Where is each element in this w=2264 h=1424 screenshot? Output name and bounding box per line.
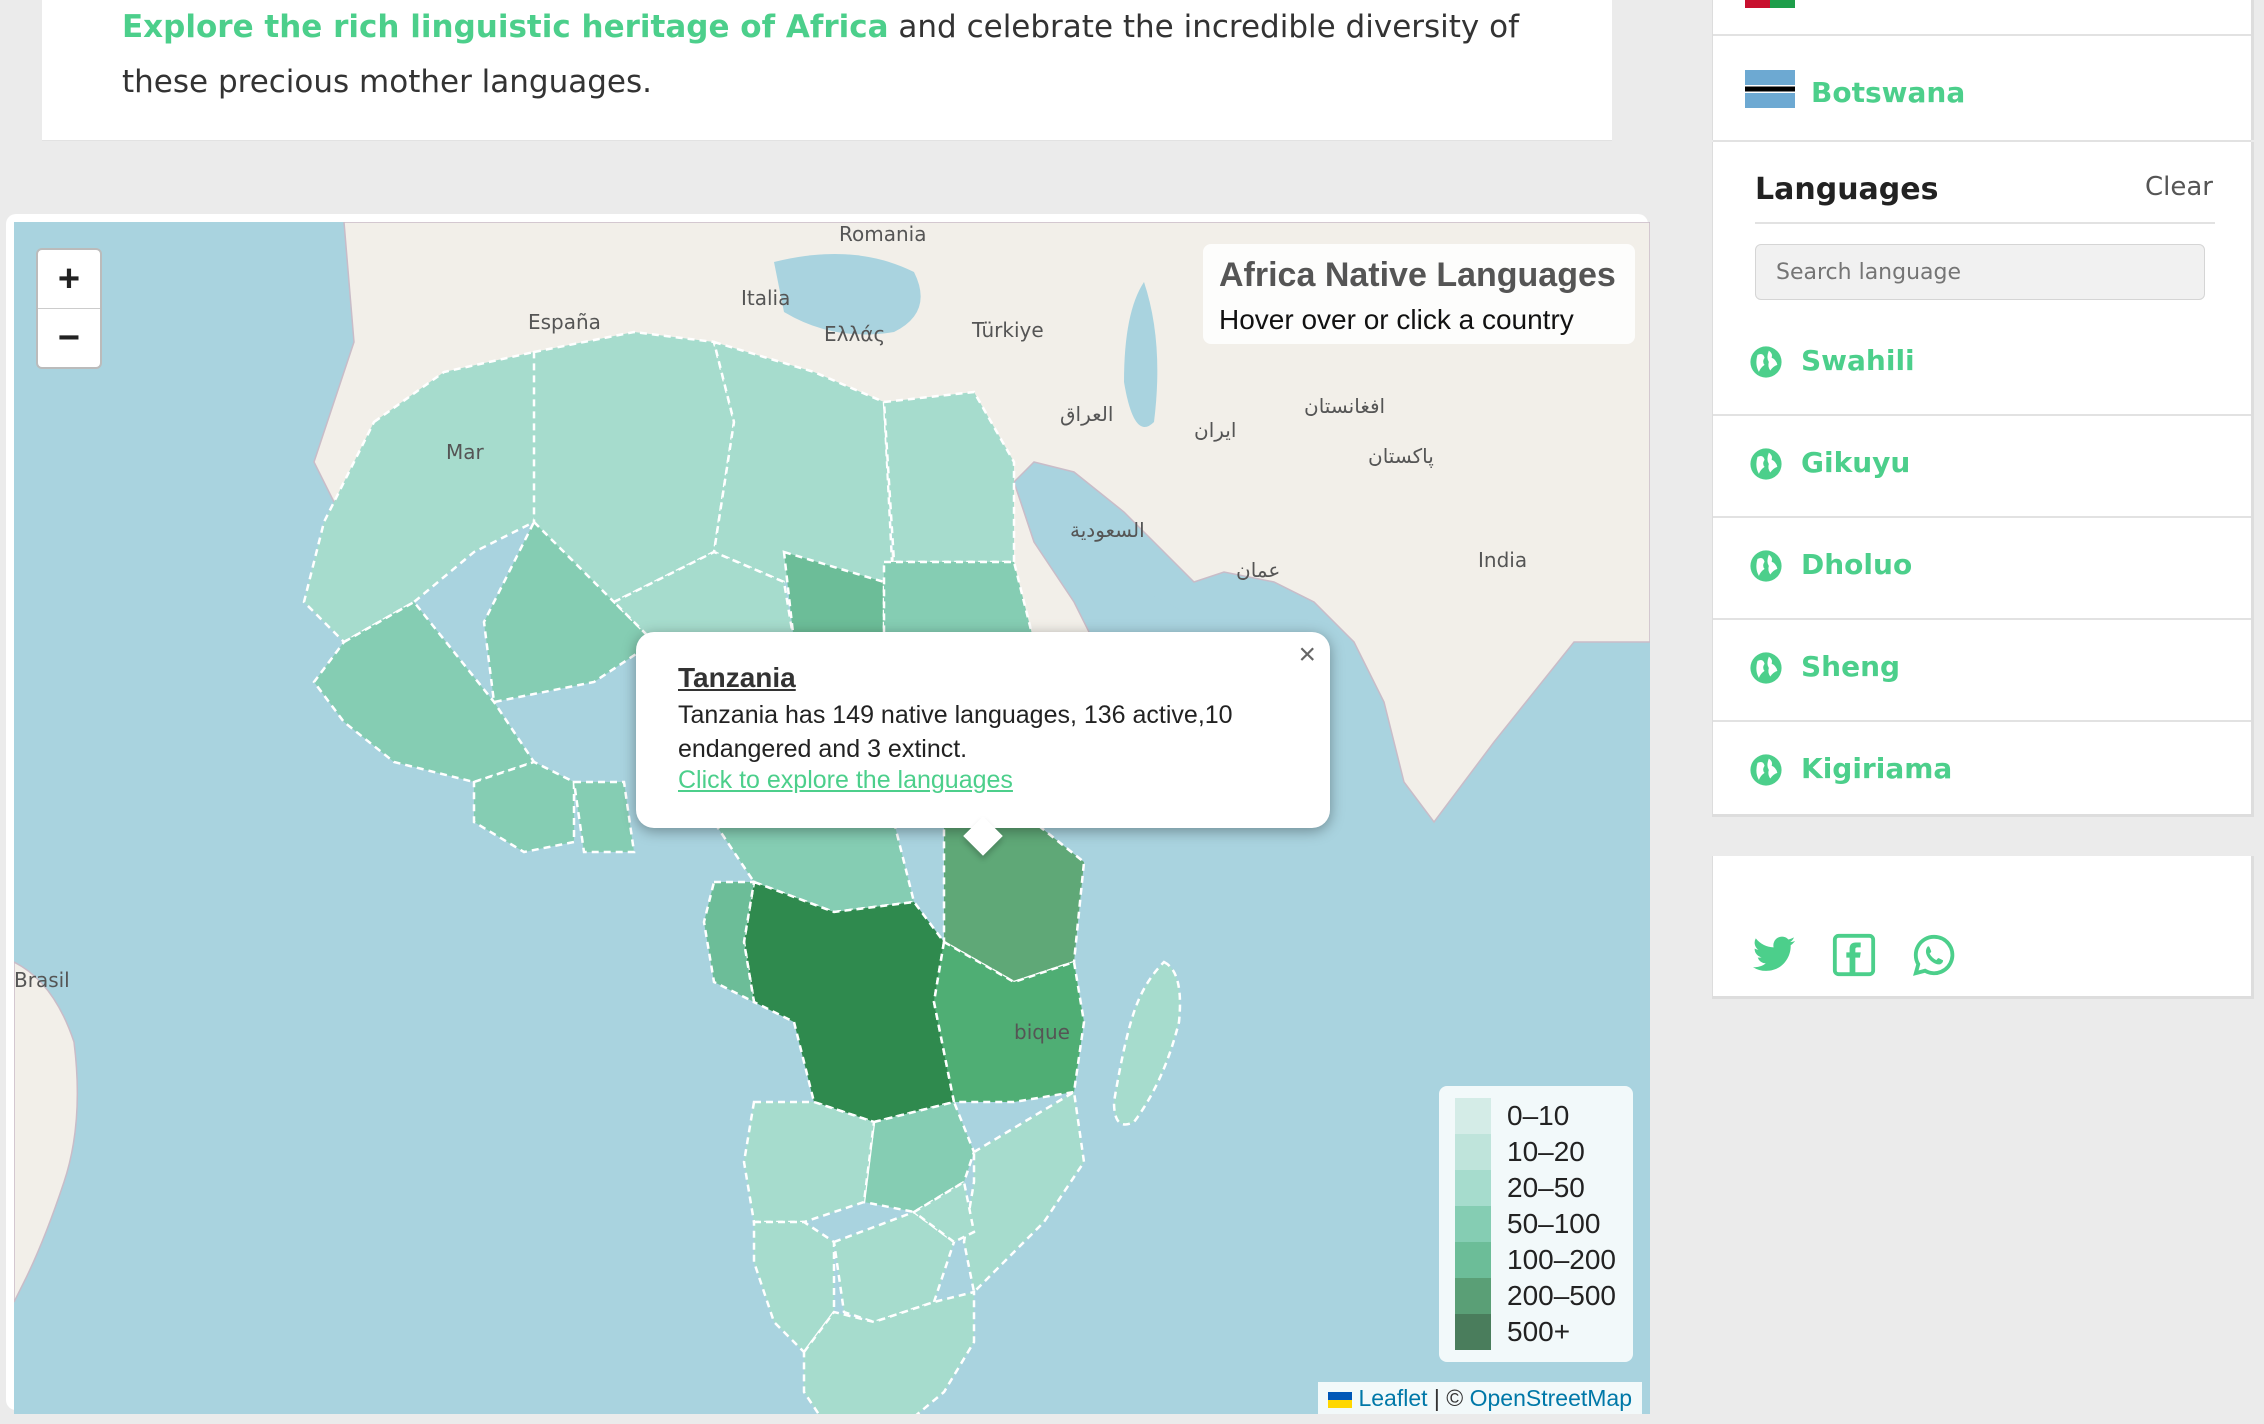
legend-label: 10–20 [1507,1136,1585,1167]
country-congo-drc [742,880,956,1124]
language-name: Swahili [1801,344,1915,377]
legend-label: 0–10 [1507,1100,1570,1131]
legend-row: 500+ [1455,1314,1625,1350]
legend-row: 20–50 [1455,1170,1625,1206]
map-label-espana: España [528,310,601,334]
map-label-afghanistan: افغانستان [1304,394,1386,418]
language-name: Dholuo [1801,548,1913,581]
map-label-turkiye: Türkiye [972,318,1044,342]
twitter-icon[interactable] [1751,932,1797,978]
botswana-flag-icon [1745,70,1795,108]
country-name: Botswana [1811,76,1966,109]
globe-icon [1750,448,1782,480]
leaflet-link[interactable]: Leaflet [1358,1385,1427,1411]
language-name: Kigiriama [1801,752,1953,785]
intro-rest: and celebrate the incredible diversity o… [888,9,1520,45]
map-label-ellas: Ελλάς [824,322,886,346]
legend-label: 500+ [1507,1316,1571,1347]
map-label-oman: عمان [1236,558,1281,582]
map-info-title: Africa Native Languages [1219,256,1616,294]
legend-swatch [1455,1134,1491,1170]
country-list-panel: Botswana [1712,0,2254,142]
map-label-saudi: السعودية [1070,518,1145,542]
globe-icon [1750,550,1782,582]
legend-swatch [1455,1098,1491,1134]
legend-label: 20–50 [1507,1172,1585,1203]
map-label-pakistan: پاکستان [1368,444,1434,468]
share-panel [1712,856,2254,999]
flag-icon [1745,0,1795,8]
map-legend: 0–10 10–20 20–50 50–100 100–200 200–500 [1439,1086,1633,1362]
south-america-land [14,961,79,1303]
country-item-botswana[interactable]: Botswana [1713,36,2251,142]
ukraine-flag-icon [1328,1392,1353,1408]
madagascar [1112,960,1182,1126]
map-attribution: Leaflet | © OpenStreetMap [1318,1382,1642,1414]
languages-panel: Languages Clear Swahili Gikuyu Dholuo Sh… [1712,142,2254,817]
country-popup: × Tanzania Tanzania has 149 native langu… [636,632,1330,856]
map-info-subtitle: Hover over or click a country [1219,304,1574,335]
intro-card: Explore the rich linguistic heritage of … [42,0,1612,141]
facebook-icon[interactable] [1831,932,1877,978]
language-item-gikuyu[interactable]: Gikuyu [1713,414,2251,518]
legend-row: 10–20 [1455,1134,1625,1170]
map-label-brasil: Brasil [14,968,70,992]
languages-heading: Languages [1755,172,1939,207]
legend-swatch [1455,1314,1491,1350]
language-item-sheng[interactable]: Sheng [1713,618,2251,722]
popup-body: Tanzania has 149 native languages, 136 a… [678,701,1233,763]
map-label-morocco: Mar [446,440,484,464]
legend-row: 0–10 [1455,1098,1625,1134]
africa-countries [302,330,1086,1414]
intro-highlight: Explore the rich linguistic heritage of … [122,9,889,45]
map-label-india: India [1478,548,1528,572]
languages-divider [1755,222,2215,224]
legend-swatch [1455,1278,1491,1314]
country-mozambique [962,1089,1086,1295]
popup-title: Tanzania [678,662,796,693]
map-label-romania: Romania [839,222,927,246]
language-name: Gikuyu [1801,446,1911,479]
zoom-out-button[interactable]: − [38,308,100,367]
globe-icon [1750,652,1782,684]
legend-label: 50–100 [1507,1208,1601,1239]
africa-map[interactable]: Romania España Italia Ελλάς Türkiye العر… [14,222,1650,1414]
whatsapp-icon[interactable] [1911,932,1957,978]
openstreetmap-link[interactable]: OpenStreetMap [1470,1385,1632,1411]
legend-swatch [1455,1206,1491,1242]
legend-row: 200–500 [1455,1278,1625,1314]
legend-swatch [1455,1242,1491,1278]
map-label-italia: Italia [741,286,791,310]
zoom-control: + − [36,248,102,369]
attribution-separator: | © [1427,1385,1470,1411]
popup-close-button[interactable]: × [1298,638,1316,672]
language-item-swahili[interactable]: Swahili [1713,312,2251,416]
language-item-dholuo[interactable]: Dholuo [1713,516,2251,620]
legend-row: 50–100 [1455,1206,1625,1242]
country-ghana [572,780,636,854]
language-name: Sheng [1801,650,1901,683]
map-frame: Romania España Italia Ελλάς Türkiye العر… [6,214,1650,1414]
intro-text: Explore the rich linguistic heritage of … [122,0,1522,110]
map-label-mozambique: bique [1014,1020,1070,1044]
country-angola [742,1100,876,1224]
map-label-iraq: العراق [1060,402,1114,426]
legend-swatch [1455,1170,1491,1206]
language-item-kigiriama[interactable]: Kigiriama [1713,720,2251,822]
globe-icon [1750,346,1782,378]
map-label-iran: ایران [1194,418,1237,442]
intro-line2: these precious mother languages. [122,64,653,100]
legend-label: 200–500 [1507,1280,1617,1311]
legend-label: 100–200 [1507,1244,1617,1275]
country-item-partial[interactable] [1713,0,2251,36]
search-language-input[interactable] [1755,244,2205,300]
popup-explore-link[interactable]: Click to explore the languages [678,766,1013,795]
globe-icon [1750,754,1782,786]
map-info-box: Africa Native Languages Hover over or cl… [1203,244,1635,344]
zoom-in-button[interactable]: + [38,250,100,308]
legend-row: 100–200 [1455,1242,1625,1278]
clear-button[interactable]: Clear [2145,172,2213,202]
